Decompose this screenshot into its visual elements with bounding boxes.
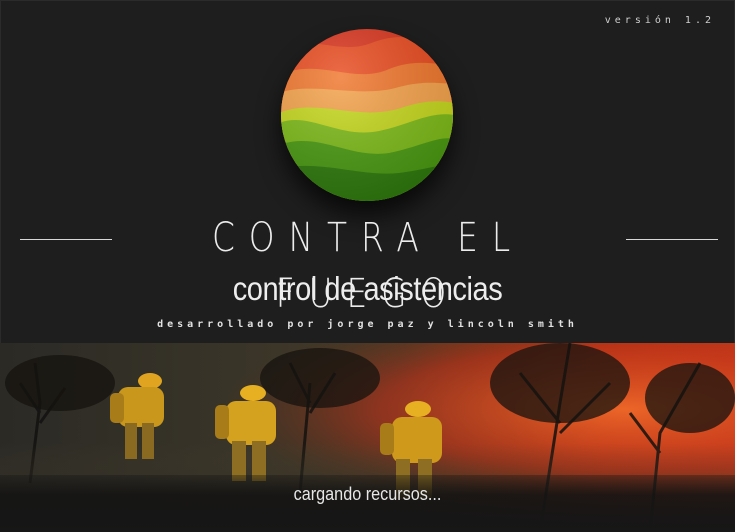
splash-screen: versión 1.2 CONTRA EL FUEGO control de a… <box>0 0 735 532</box>
landscape-sphere-logo-icon <box>281 29 453 201</box>
version-label: versión 1.2 <box>604 15 715 26</box>
loading-status: cargando recursos... <box>293 484 442 504</box>
credits-text: desarrollado por jorge paz y lincoln smi… <box>157 319 578 330</box>
title-divider-right <box>626 239 718 240</box>
app-subtitle: control de asistencias <box>232 270 503 307</box>
title-row: CONTRA EL FUEGO <box>0 210 735 317</box>
title-divider-left <box>20 239 112 240</box>
